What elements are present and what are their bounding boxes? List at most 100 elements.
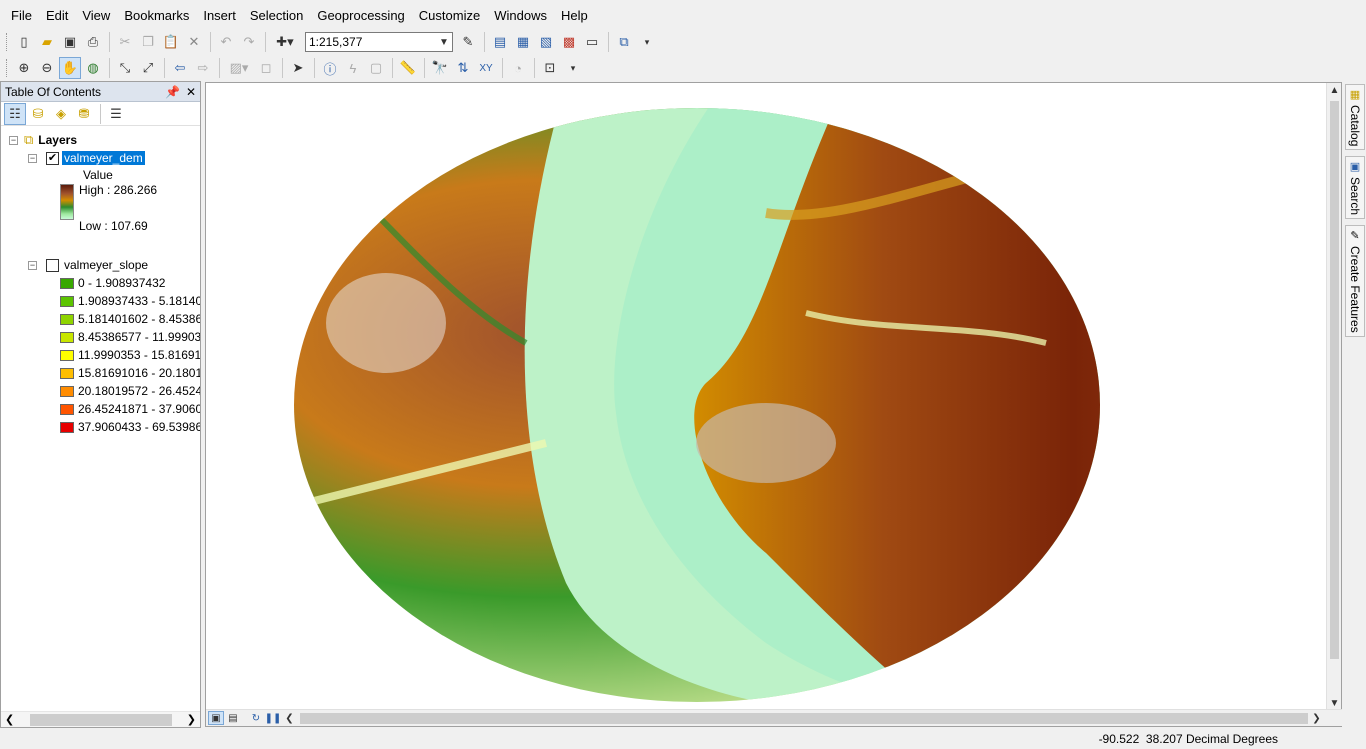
menu-customize[interactable]: Customize bbox=[412, 5, 487, 27]
full-extent-icon[interactable]: ◍ bbox=[82, 57, 104, 79]
collapse-icon[interactable]: − bbox=[28, 153, 37, 163]
pin-icon[interactable]: 📌 bbox=[165, 85, 180, 99]
create-viewer-window-icon[interactable]: ⊡ bbox=[539, 57, 561, 79]
class-color-swatch[interactable] bbox=[60, 331, 74, 343]
menu-geoprocessing[interactable]: Geoprocessing bbox=[310, 5, 411, 27]
select-elements-icon[interactable]: ➤ bbox=[287, 57, 309, 79]
class-color-swatch[interactable] bbox=[60, 367, 74, 379]
arctoolbox-icon[interactable]: ▩ bbox=[558, 31, 580, 53]
scroll-thumb[interactable] bbox=[300, 713, 1308, 724]
map-scale-combo[interactable]: 1:215,377 ▼ bbox=[305, 32, 453, 52]
open-folder-icon[interactable]: ▰ bbox=[36, 31, 58, 53]
model-builder-icon[interactable]: ⧉ bbox=[613, 31, 635, 53]
scroll-down-icon[interactable]: ▼ bbox=[1327, 698, 1342, 709]
toc-options-icon[interactable]: ☰ bbox=[105, 103, 127, 125]
print-icon[interactable]: ⎙ bbox=[82, 31, 104, 53]
scroll-left-icon[interactable]: ❮ bbox=[5, 713, 14, 726]
menu-bookmarks[interactable]: Bookmarks bbox=[117, 5, 196, 27]
collapse-icon[interactable]: − bbox=[28, 260, 37, 270]
time-slider-icon[interactable]: ◔ bbox=[507, 57, 529, 79]
scroll-thumb[interactable] bbox=[1330, 101, 1339, 659]
class-color-swatch[interactable] bbox=[60, 295, 74, 307]
catalog-window-icon[interactable]: ▦ bbox=[512, 31, 534, 53]
menu-file[interactable]: File bbox=[4, 5, 39, 27]
class-color-swatch[interactable] bbox=[60, 349, 74, 361]
scroll-thumb[interactable] bbox=[29, 713, 172, 726]
layers-group-label[interactable]: Layers bbox=[38, 133, 77, 147]
menu-windows[interactable]: Windows bbox=[487, 5, 554, 27]
class-color-swatch[interactable] bbox=[60, 403, 74, 415]
find-icon[interactable]: 🔭 bbox=[429, 57, 451, 79]
find-route-icon[interactable]: ⇅ bbox=[452, 57, 474, 79]
search-tab[interactable]: ▣ Search bbox=[1345, 156, 1365, 220]
editor-toolbar-icon[interactable]: ✎ bbox=[457, 31, 479, 53]
select-features-icon[interactable]: ▨▾ bbox=[224, 57, 254, 79]
scroll-left-icon[interactable]: ❮ bbox=[282, 713, 297, 724]
toolbar-options-icon[interactable]: ▾ bbox=[636, 31, 658, 53]
menu-view[interactable]: View bbox=[75, 5, 117, 27]
cut-icon[interactable]: ✂ bbox=[114, 31, 136, 53]
go-to-xy-icon[interactable]: XY bbox=[475, 57, 497, 79]
fixed-zoom-in-icon[interactable]: ⤡ bbox=[114, 57, 136, 79]
pan-icon[interactable]: ✋ bbox=[59, 57, 81, 79]
pause-drawing-icon[interactable]: ❚❚ bbox=[265, 711, 282, 725]
toolbar-grip[interactable] bbox=[6, 33, 9, 51]
dem-raster-map[interactable] bbox=[206, 83, 1326, 710]
slope-layer-label[interactable]: valmeyer_slope bbox=[62, 258, 150, 272]
scroll-right-icon[interactable]: ❯ bbox=[1309, 713, 1324, 724]
map-view[interactable]: ▲ ▼ ▣ ▤ ↻ ❚❚ ❮ ❯ bbox=[205, 82, 1342, 727]
new-document-icon[interactable]: ▯ bbox=[13, 31, 35, 53]
class-color-swatch[interactable] bbox=[60, 421, 74, 433]
add-data-icon[interactable]: ✚▾ bbox=[270, 31, 300, 53]
catalog-tab[interactable]: ▦ Catalog bbox=[1345, 84, 1365, 151]
list-by-drawing-order-icon[interactable]: ☷ bbox=[4, 102, 26, 125]
list-by-source-icon[interactable]: ⛁ bbox=[27, 103, 49, 125]
layout-view-icon[interactable]: ▤ bbox=[225, 711, 241, 725]
refresh-icon[interactable]: ↻ bbox=[248, 711, 264, 725]
toc-horizontal-scrollbar[interactable]: ❮ ❯ bbox=[1, 711, 200, 727]
scroll-up-icon[interactable]: ▲ bbox=[1327, 85, 1342, 96]
search-window-icon[interactable]: ▧ bbox=[535, 31, 557, 53]
python-window-icon[interactable]: ▭ bbox=[581, 31, 603, 53]
undo-icon[interactable]: ↶ bbox=[215, 31, 237, 53]
dem-visibility-checkbox[interactable]: ✔ bbox=[46, 151, 59, 165]
class-color-swatch[interactable] bbox=[60, 313, 74, 325]
list-by-selection-icon[interactable]: ⛃ bbox=[73, 103, 95, 125]
measure-icon[interactable]: 📏 bbox=[397, 57, 419, 79]
menu-selection[interactable]: Selection bbox=[243, 5, 310, 27]
scroll-right-icon[interactable]: ❯ bbox=[187, 713, 196, 726]
data-view-icon[interactable]: ▣ bbox=[208, 711, 224, 725]
menu-edit[interactable]: Edit bbox=[39, 5, 75, 27]
paste-icon[interactable]: 📋 bbox=[160, 31, 182, 53]
html-popup-icon[interactable]: ▢ bbox=[365, 57, 387, 79]
zoom-in-icon[interactable]: ⊕ bbox=[13, 57, 35, 79]
save-icon[interactable]: ▣ bbox=[59, 31, 81, 53]
create-features-icon: ✎ bbox=[1350, 230, 1360, 243]
redo-icon[interactable]: ↷ bbox=[238, 31, 260, 53]
table-of-contents-icon[interactable]: ▤ bbox=[489, 31, 511, 53]
slope-visibility-checkbox[interactable] bbox=[46, 258, 59, 272]
menu-insert[interactable]: Insert bbox=[196, 5, 243, 27]
toolbar-grip[interactable] bbox=[6, 59, 9, 77]
toc-toolbar: ☷ ⛁ ◈ ⛃ ☰ bbox=[1, 102, 200, 126]
clear-selection-icon[interactable]: ◻ bbox=[255, 57, 277, 79]
class-color-swatch[interactable] bbox=[60, 385, 74, 397]
zoom-out-icon[interactable]: ⊖ bbox=[36, 57, 58, 79]
list-by-visibility-icon[interactable]: ◈ bbox=[50, 103, 72, 125]
copy-icon[interactable]: ❐ bbox=[137, 31, 159, 53]
delete-icon[interactable]: ✕ bbox=[183, 31, 205, 53]
chevron-down-icon[interactable]: ▼ bbox=[436, 37, 452, 48]
menu-help[interactable]: Help bbox=[554, 5, 595, 27]
map-vertical-scrollbar[interactable]: ▲ ▼ bbox=[1326, 83, 1341, 711]
class-color-swatch[interactable] bbox=[60, 277, 74, 289]
toolbar-options-icon[interactable]: ▾ bbox=[562, 57, 584, 79]
fixed-zoom-out-icon[interactable]: ⤢ bbox=[137, 57, 159, 79]
close-icon[interactable]: ✕ bbox=[186, 85, 196, 99]
hyperlink-icon[interactable]: ϟ bbox=[342, 57, 364, 79]
identify-icon[interactable]: ⓘ bbox=[319, 57, 341, 79]
collapse-icon[interactable]: − bbox=[9, 135, 18, 145]
create-features-tab[interactable]: ✎ Create Features bbox=[1345, 225, 1365, 338]
forward-extent-icon[interactable]: ⇨ bbox=[192, 57, 214, 79]
dem-layer-label[interactable]: valmeyer_dem bbox=[62, 151, 145, 165]
back-extent-icon[interactable]: ⇦ bbox=[169, 57, 191, 79]
